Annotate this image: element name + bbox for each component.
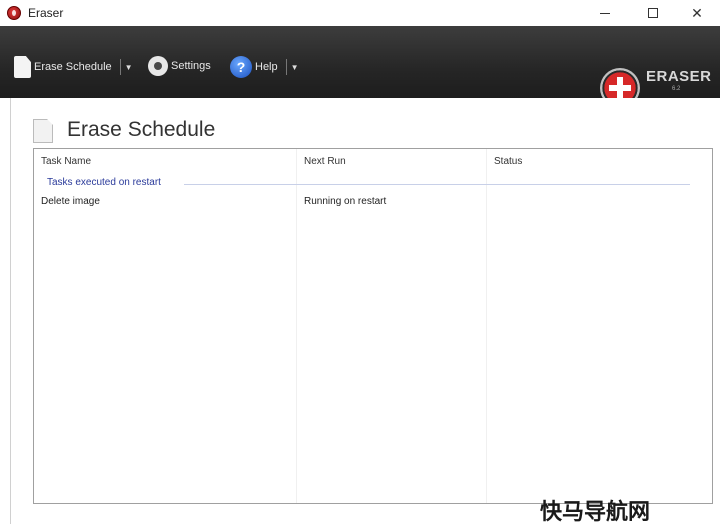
eraser-app-icon (7, 6, 21, 20)
maximize-button[interactable] (630, 0, 676, 26)
group-divider (184, 184, 690, 185)
next-run-cell: Running on restart (304, 196, 387, 207)
erase-schedule-dropdown-icon[interactable]: ▼ (125, 63, 133, 72)
document-icon (14, 56, 31, 78)
help-icon: ? (230, 56, 252, 78)
logo-version: 6.2 (672, 86, 681, 92)
minimize-button[interactable] (582, 0, 628, 26)
column-header-status[interactable]: Status (494, 156, 522, 167)
help-label: Help (255, 61, 278, 73)
toolbar: Erase Schedule ▼ Settings ? Help ▼ ERASE… (0, 26, 720, 108)
column-header-next-run[interactable]: Next Run (304, 156, 346, 167)
erase-schedule-label: Erase Schedule (34, 61, 112, 73)
toolbar-separator (285, 59, 287, 75)
page-title: Erase Schedule (67, 118, 216, 141)
column-header-task-name[interactable]: Task Name (41, 156, 91, 167)
help-dropdown-icon[interactable]: ▼ (291, 63, 299, 72)
maximize-icon (648, 8, 658, 18)
close-button[interactable]: ✕ (674, 0, 720, 26)
table-row[interactable]: Delete image Running on restart (34, 196, 712, 210)
page-document-icon (33, 119, 53, 143)
settings-icon (148, 56, 168, 76)
watermark-text: 快马导航网 (540, 500, 651, 525)
window-title: Eraser (28, 6, 64, 20)
minimize-icon (600, 12, 610, 14)
title-bar: Eraser ✕ (0, 0, 720, 26)
help-button[interactable]: ? Help ▼ (230, 56, 299, 78)
task-name-cell: Delete image (41, 196, 100, 207)
task-list[interactable]: Task Name Next Run Status Tasks executed… (33, 148, 713, 504)
settings-button[interactable]: Settings (148, 56, 211, 76)
settings-label: Settings (171, 60, 211, 72)
toolbar-separator (119, 59, 121, 75)
group-header: Tasks executed on restart (47, 177, 161, 188)
main-panel: Erase Schedule Task Name Next Run Status… (10, 98, 714, 524)
close-icon: ✕ (691, 4, 703, 21)
logo-text: ERASER (646, 68, 712, 85)
erase-schedule-button[interactable]: Erase Schedule ▼ (14, 56, 133, 78)
